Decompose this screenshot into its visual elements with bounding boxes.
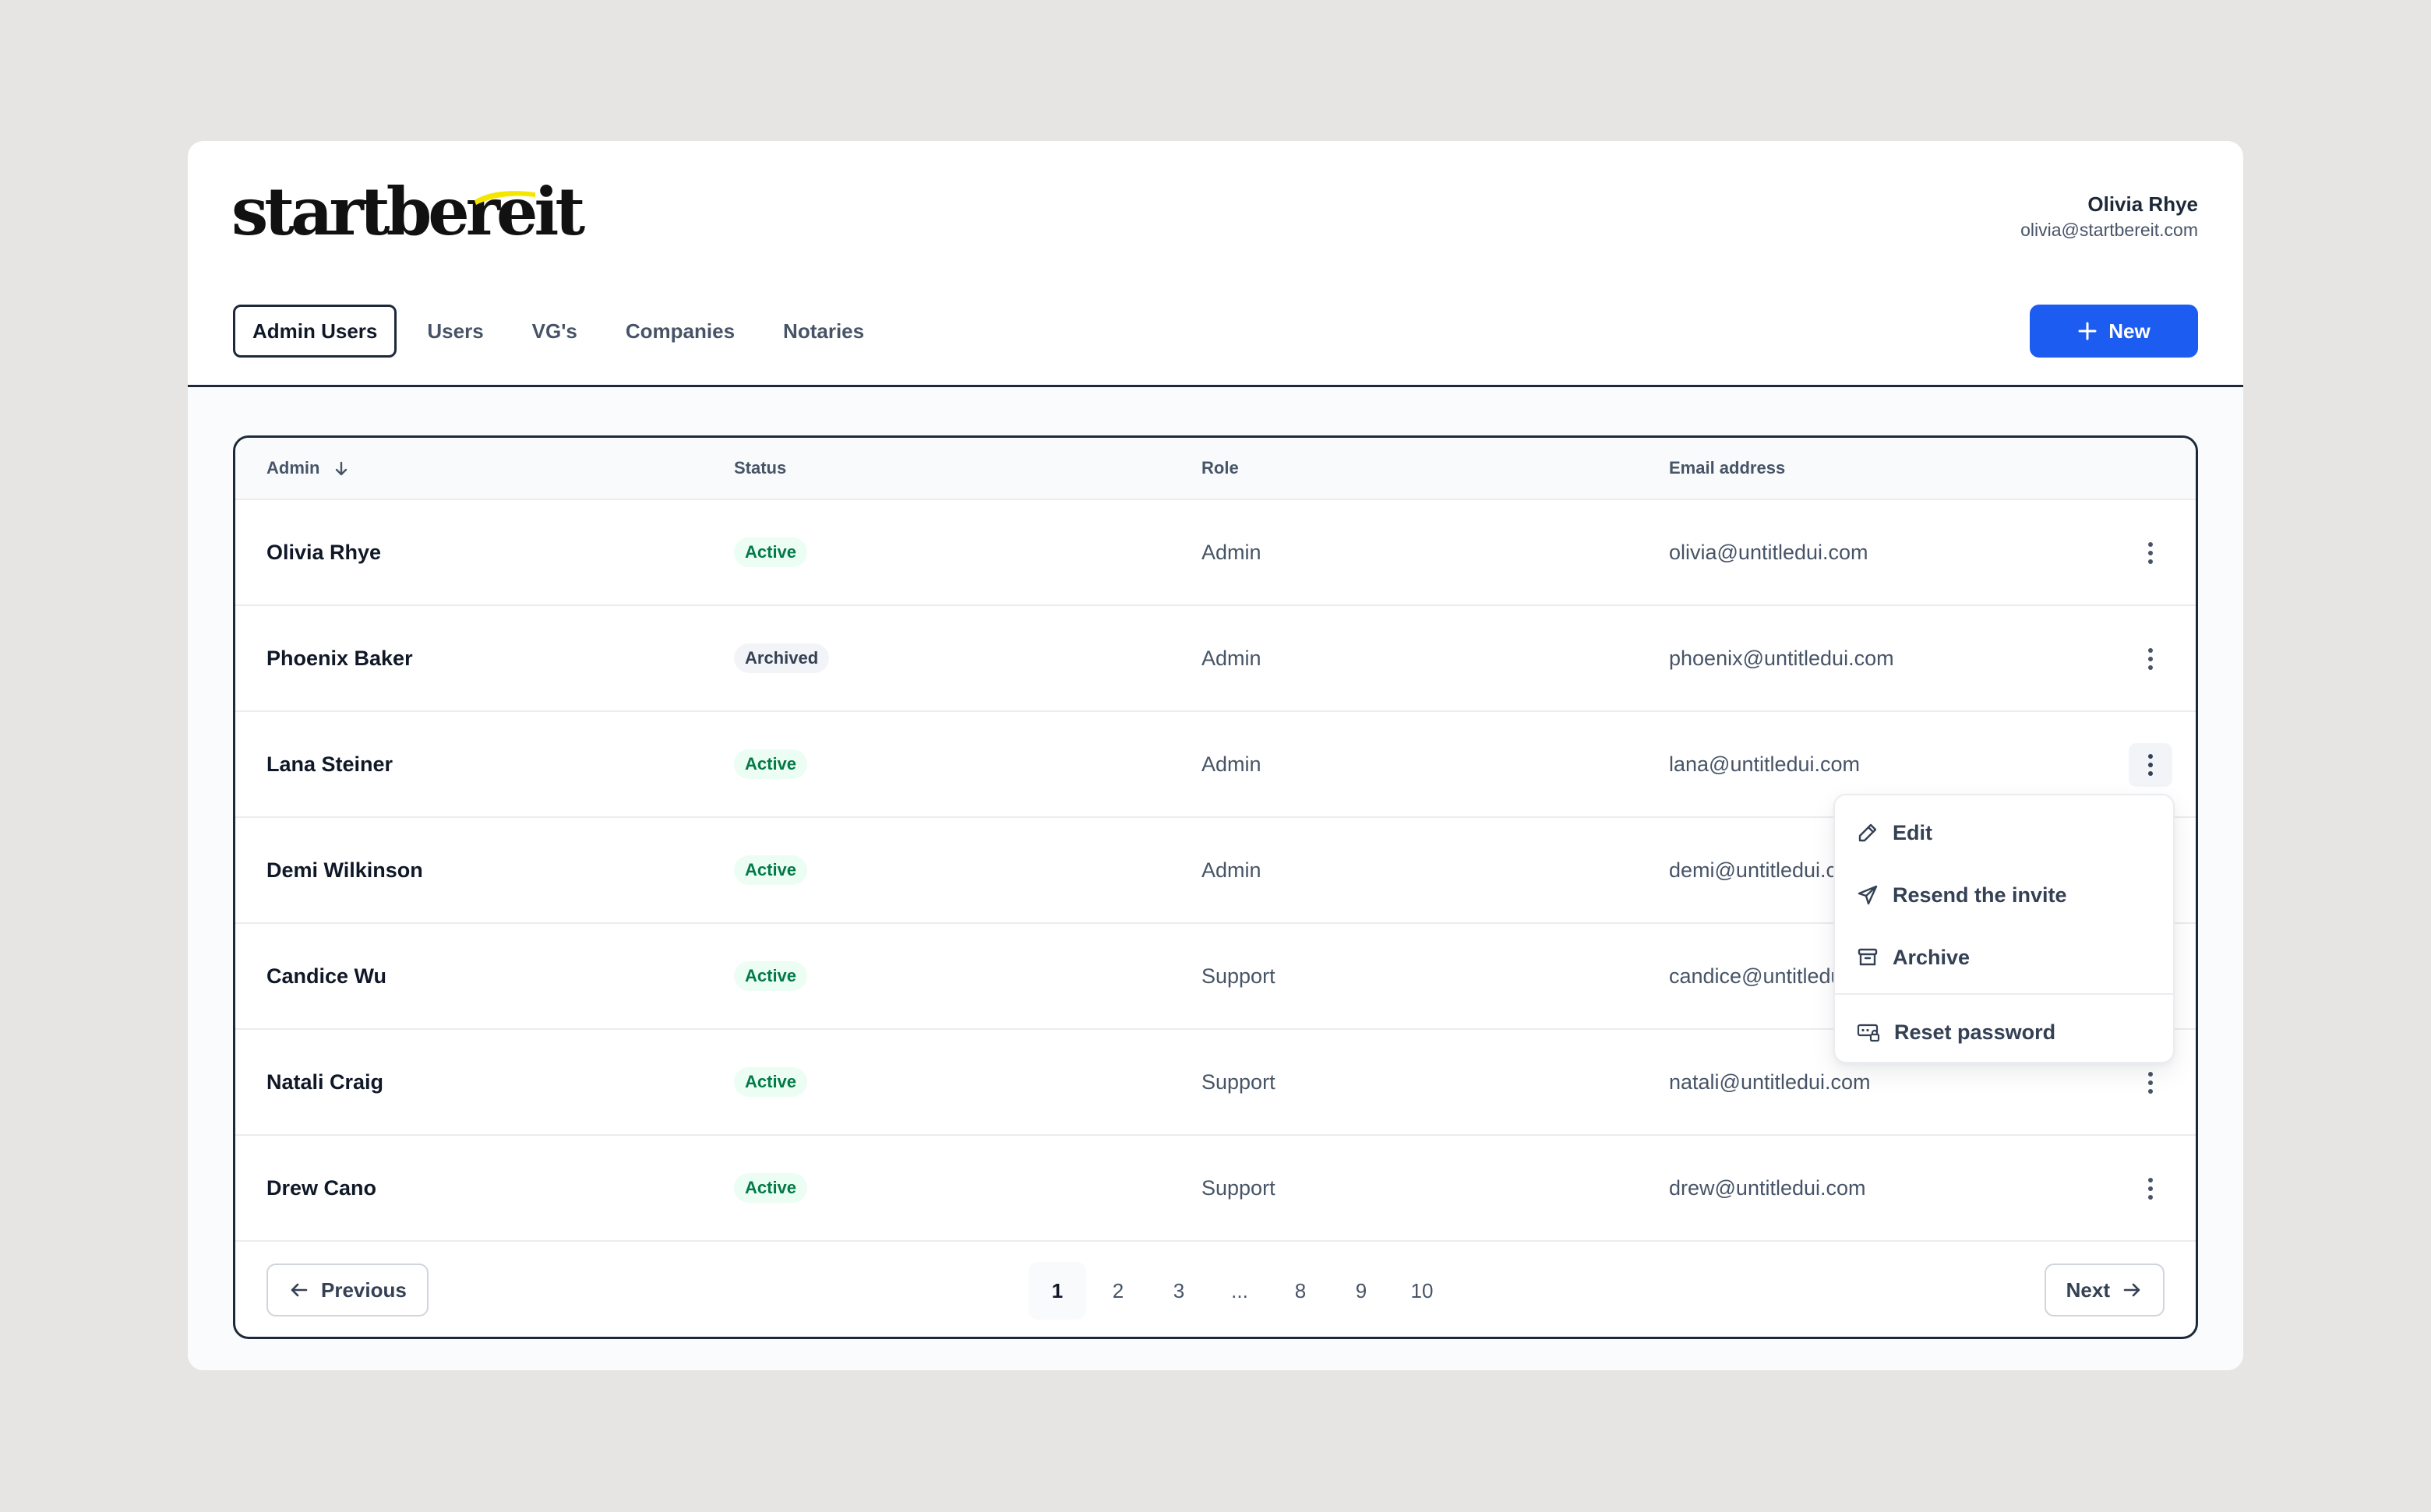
page-3[interactable]: 3 [1150,1262,1208,1320]
row-email: lana@untitledui.com [1669,752,1861,776]
menu-item-label: Archive [1893,945,1971,969]
tab-companies[interactable]: Companies [602,305,759,358]
logo-swoosh-icon [475,191,535,205]
page-numbers: 1 2 3 ... 8 9 10 [1028,1262,1451,1320]
table-row: Olivia Rhye Active Admin olivia@untitled… [235,500,2196,606]
previous-button[interactable]: Previous [266,1264,429,1316]
pagination: Previous 1 2 3 ... 8 9 10 Next [235,1242,2196,1337]
more-vertical-icon [2148,1178,2153,1200]
row-email: candice@untitledu [1669,964,1843,988]
profile-email: olivia@startbereit.com [2020,220,2198,240]
more-vertical-icon [2148,648,2153,670]
status-badge: Archived [734,643,830,673]
row-email: demi@untitledui.c [1669,858,1837,882]
row-name: Lana Steiner [266,752,393,776]
header-role: Role [1201,458,1239,478]
page-8[interactable]: 8 [1272,1262,1329,1320]
more-vertical-icon [2148,542,2153,564]
new-button[interactable]: New [2030,305,2198,358]
next-label: Next [2066,1278,2110,1302]
menu-divider [1835,993,2173,995]
row-actions-button[interactable] [2129,1167,2172,1211]
startbereit-logo[interactable]: startbereit [231,177,585,247]
row-actions-button[interactable] [2129,743,2172,787]
nav-tabs: Admin Users Users VG's Companies Notarie… [233,305,888,358]
header-admin[interactable]: Admin [266,458,350,478]
table-row: Phoenix Baker Archived Admin phoenix@unt… [235,606,2196,712]
admin-card: startbereit Olivia Rhye olivia@startbere… [188,141,2243,1370]
row-actions-menu: Edit Resend the invite Archive Reset pas… [1833,794,2175,1063]
row-role: Support [1201,1175,1275,1200]
menu-item-resend-invite[interactable]: Resend the invite [1835,864,2173,926]
menu-item-reset-password[interactable]: Reset password [1835,1001,2173,1063]
row-actions-button[interactable] [2129,1061,2172,1105]
row-actions-button[interactable] [2129,531,2172,575]
row-name: Phoenix Baker [266,646,413,670]
menu-item-edit[interactable]: Edit [1835,802,2173,864]
row-email: phoenix@untitledui.com [1669,646,1894,670]
menu-item-label: Edit [1893,820,1932,844]
archive-icon [1858,948,1878,966]
pencil-icon [1858,823,1877,842]
tab-vgs[interactable]: VG's [508,305,602,358]
status-badge: Active [734,855,808,885]
status-badge: Active [734,961,808,991]
table-row: Drew Cano Active Support drew@untitledui… [235,1136,2196,1242]
row-role: Admin [1201,858,1261,882]
status-badge: Active [734,1067,808,1097]
row-role: Admin [1201,540,1261,564]
menu-item-label: Reset password [1894,1020,2056,1044]
status-badge: Active [734,1173,808,1203]
row-name: Drew Cano [266,1175,377,1200]
row-email: drew@untitledui.com [1669,1175,1866,1200]
table-header: Admin Status Role Email address [235,438,2196,500]
status-badge: Active [734,749,808,779]
new-button-label: New [2108,319,2150,343]
menu-item-label: Resend the invite [1893,883,2067,907]
more-vertical-icon [2148,754,2153,776]
page-10[interactable]: 10 [1393,1262,1451,1320]
send-icon [1858,885,1878,905]
header-status: Status [734,458,787,478]
arrow-right-icon [2123,1283,2140,1297]
password-icon [1857,1024,1880,1042]
plus-icon [2078,322,2097,340]
page-1[interactable]: 1 [1028,1262,1086,1320]
tab-users[interactable]: Users [403,305,507,358]
row-name: Olivia Rhye [266,540,382,564]
previous-label: Previous [321,1278,407,1302]
page-ellipsis: ... [1231,1278,1248,1302]
tab-admin-users[interactable]: Admin Users [233,305,397,358]
row-actions-button[interactable] [2129,637,2172,681]
row-role: Support [1201,964,1275,988]
row-name: Candice Wu [266,964,387,988]
arrow-left-icon [291,1283,308,1297]
user-profile[interactable]: Olivia Rhye olivia@startbereit.com [2020,191,2198,242]
row-role: Admin [1201,752,1261,776]
row-email: natali@untitledui.com [1669,1070,1871,1094]
menu-item-archive[interactable]: Archive [1835,926,2173,989]
row-name: Natali Craig [266,1070,384,1094]
more-vertical-icon [2148,1072,2153,1094]
row-role: Admin [1201,646,1261,670]
next-button[interactable]: Next [2044,1264,2165,1316]
row-email: olivia@untitledui.com [1669,540,1868,564]
header-admin-label: Admin [266,458,320,478]
tab-notaries[interactable]: Notaries [759,305,888,358]
row-name: Demi Wilkinson [266,858,423,882]
profile-name: Olivia Rhye [2087,192,2198,216]
arrow-down-icon [335,461,347,476]
page-2[interactable]: 2 [1089,1262,1147,1320]
status-badge: Active [734,537,808,567]
header-email: Email address [1669,458,1786,478]
row-role: Support [1201,1070,1275,1094]
page-9[interactable]: 9 [1332,1262,1390,1320]
